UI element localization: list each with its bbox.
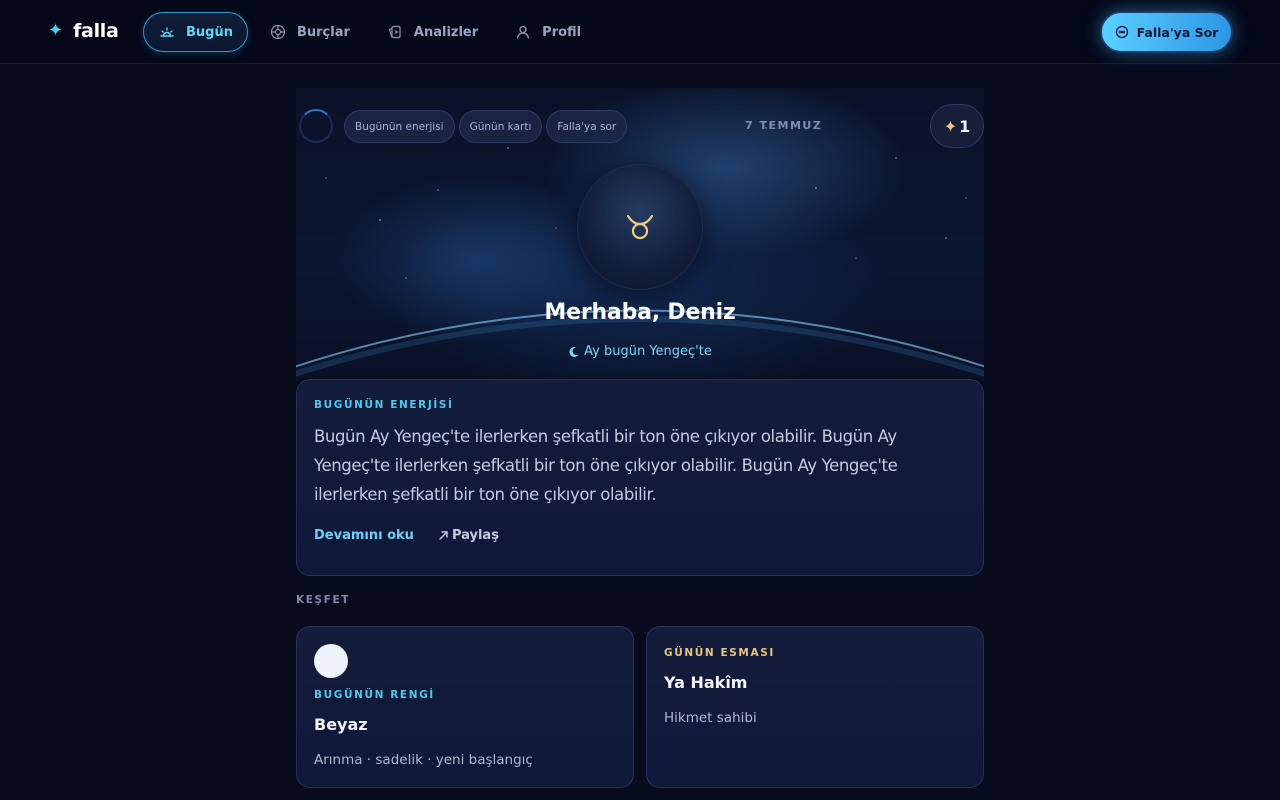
sunrise-icon xyxy=(160,27,174,37)
color-swatch xyxy=(314,644,348,678)
esma-overline: GÜNÜN ESMASI xyxy=(664,647,775,659)
chip-bugunun-enerjisi[interactable]: Bugünün enerjisi xyxy=(344,110,455,143)
moon-icon xyxy=(569,346,579,357)
star-count-badge[interactable]: ✦ 1 xyxy=(930,104,984,148)
ask-falla-label: Falla'ya Sor xyxy=(1136,24,1219,40)
nav-item-burclar[interactable]: Burçlar xyxy=(254,12,365,52)
color-title: Beyaz xyxy=(314,715,368,734)
main-nav: Bugün Burçlar Analizler Profil xyxy=(143,12,596,52)
hero-banner: Bugünün enerjisi Günün kartı Falla'ya so… xyxy=(296,88,984,378)
chip-fallaya-sor[interactable]: Falla'ya sor xyxy=(546,110,628,143)
arrow-up-right-icon xyxy=(439,531,448,540)
chat-bubble-icon xyxy=(1115,25,1128,39)
progress-ring xyxy=(299,109,333,143)
energy-text: Bugün Ay Yengeç'te ilerlerken şefkatli b… xyxy=(314,427,898,504)
nav-label: Profil xyxy=(542,24,582,40)
nav-label: Analizler xyxy=(413,24,479,40)
chip-gunun-karti[interactable]: Günün kartı xyxy=(458,110,543,143)
brand-name: falla xyxy=(73,20,119,42)
zodiac-orb[interactable] xyxy=(578,165,702,289)
nav-item-bugun[interactable]: Bugün xyxy=(143,12,248,52)
nav-label: Burçlar xyxy=(296,24,350,40)
zodiac-wheel-icon xyxy=(270,24,286,40)
nav-item-analizler[interactable]: Analizler xyxy=(371,12,493,52)
esma-of-day-card[interactable]: GÜNÜN ESMASI Ya Hakîm Hikmet sahibi xyxy=(646,626,984,788)
share-button[interactable]: Paylaş xyxy=(438,528,499,543)
discover-section-label: KEŞFET xyxy=(296,594,350,606)
cards-icon xyxy=(388,25,401,39)
ask-falla-button[interactable]: Falla'ya Sor xyxy=(1100,11,1233,53)
color-of-day-card[interactable]: BUGÜNÜN RENGİ Beyaz Arınma · sadelik · y… xyxy=(296,626,634,788)
brand-logo[interactable]: ✦ falla xyxy=(48,18,119,44)
greeting-title: Merhaba, Deniz xyxy=(544,300,736,325)
color-subtitle: Arınma · sadelik · yeni başlangıç xyxy=(314,752,533,768)
daily-energy-card: BUGÜNÜN ENERJİSİ Bugün Ay Yengeç'te iler… xyxy=(296,379,984,576)
color-overline: BUGÜNÜN RENGİ xyxy=(314,689,435,701)
moon-status: Ay bugün Yengeç'te xyxy=(296,344,984,359)
nav-label: Bugün xyxy=(186,24,233,40)
share-label: Paylaş xyxy=(451,528,499,543)
date-label: 7 TEMMUZ xyxy=(745,119,823,132)
read-more-link[interactable]: Devamını oku xyxy=(314,528,414,543)
quick-chips: Bugünün enerjisi Günün kartı Falla'ya so… xyxy=(344,110,628,143)
star-icon: ✦ xyxy=(943,116,958,136)
moon-text: Ay bugün Yengeç'te xyxy=(584,344,712,359)
sparkle-icon: ✦ xyxy=(48,20,64,41)
top-navigation-bar: ✦ falla Bugün Burçlar Analizler Profil F… xyxy=(0,0,1280,64)
taurus-icon xyxy=(626,214,654,240)
esma-subtitle: Hikmet sahibi xyxy=(664,710,757,726)
esma-title: Ya Hakîm xyxy=(664,673,748,692)
star-count: 1 xyxy=(959,116,971,136)
energy-overline: BUGÜNÜN ENERJİSİ xyxy=(314,399,454,411)
nav-item-profil[interactable]: Profil xyxy=(499,12,596,52)
energy-actions: Devamını oku Paylaş xyxy=(314,528,499,543)
user-icon xyxy=(517,25,530,39)
